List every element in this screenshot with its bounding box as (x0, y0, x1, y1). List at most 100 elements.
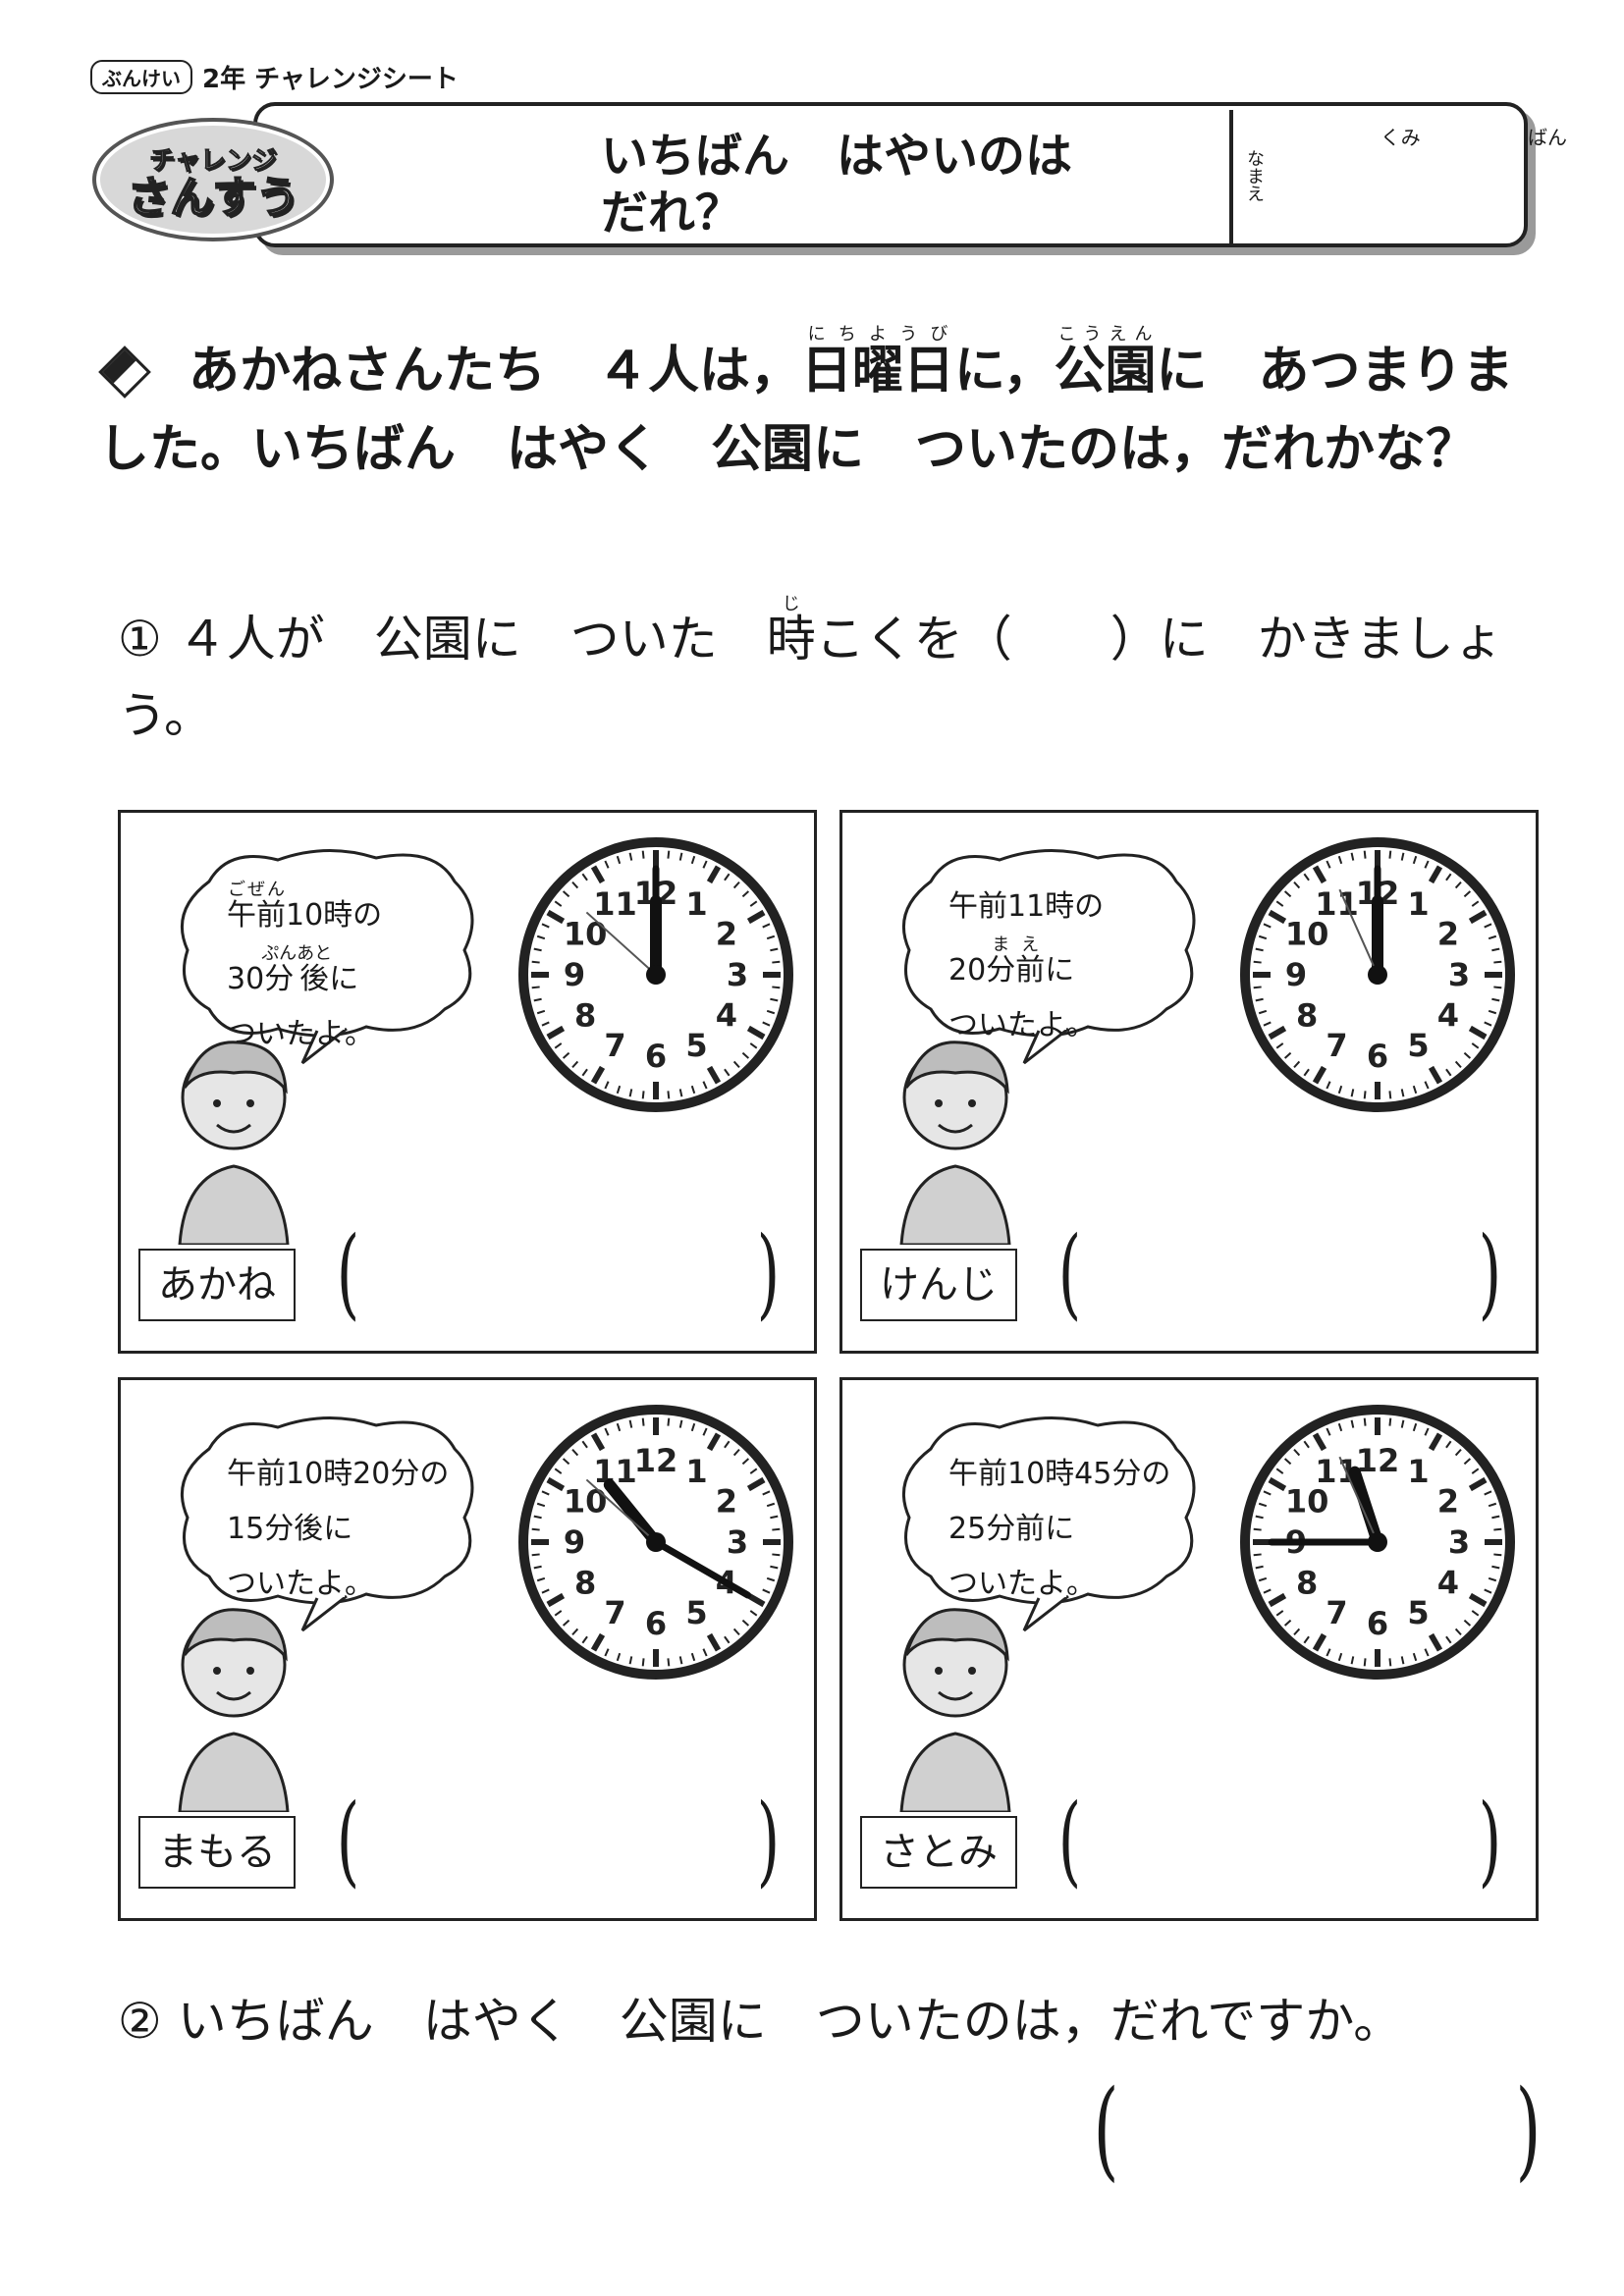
problem-statement: あかねさんたち ４人は，日曜日にちようびに，公園こうえんに あつまりました。いち… (98, 324, 1532, 489)
answer-paren-close[interactable]: ) (1516, 2066, 1542, 2192)
clock-tick (1253, 986, 1262, 989)
answer-paren-open: ( (1093, 2066, 1119, 2192)
sheet-title: 2年 チャレンジシート (202, 65, 459, 94)
ruby-fun: 分後ぷんあと (261, 943, 333, 996)
name-label: なまえ (1244, 149, 1265, 202)
ruby-gozen: 午前 (948, 1457, 1007, 1491)
clock-tick (1253, 960, 1262, 964)
panel-0: 午前ごぜん10時の 30分後ぷんあとに ついたよ。 12345678910111… (118, 810, 817, 1354)
clock-tick (531, 1527, 540, 1531)
clock-numeral: 5 (1407, 1594, 1429, 1631)
child-illustration (178, 1608, 290, 1812)
badge-top-text: チャレンジ (149, 145, 278, 176)
bubble-number: 20 (948, 953, 987, 988)
clock-numeral: 4 (1437, 997, 1459, 1035)
question-1: ① ４人が 公園に ついた 時じこくを（ ）に かきましょう。 (118, 594, 1532, 754)
clock-tick (1388, 850, 1392, 859)
ruby-text: ぷんあと (261, 943, 333, 964)
answer-paren-close[interactable]: ) (757, 1215, 780, 1330)
clock-numeral: 12 (1356, 1442, 1400, 1479)
clock-center (646, 965, 666, 985)
clock-numeral: 7 (1326, 1027, 1347, 1064)
word-gozen: 午前 (948, 889, 1007, 924)
clock-tick (531, 986, 540, 989)
answer-paren-close[interactable]: ) (757, 1783, 780, 1897)
clock-tick (1363, 1658, 1367, 1667)
clock-numeral: 9 (564, 956, 585, 993)
clock-numeral: 9 (1285, 956, 1307, 993)
badge-bottom-text: さんすう (126, 172, 299, 223)
ruby-text: こうえん (1054, 324, 1157, 345)
problem-text-2: に， (954, 342, 1055, 400)
child-name-label: さとみ (860, 1816, 1017, 1889)
question-text: いちばん はやく 公園に ついたのは，だれですか。 (177, 1993, 1403, 2050)
clock-numeral: 5 (1407, 1027, 1429, 1064)
question-2: ② いちばん はやく 公園に ついたのは，だれですか。 (118, 1983, 1591, 2059)
clock-numeral: 9 (564, 1523, 585, 1561)
clock-tick (1388, 1417, 1392, 1426)
clock-tick (772, 986, 781, 989)
bubble-line-2: に (329, 962, 359, 996)
word-fun: 分後 (261, 962, 333, 996)
clock-tick (1363, 1091, 1367, 1099)
bubble-line-2: に (323, 1512, 353, 1546)
name-box[interactable]: なまえ くみ ばん (1229, 110, 1624, 247)
bubble-line-1: 10時20分の (286, 1457, 450, 1491)
clock-tick (1363, 850, 1367, 859)
clock-numeral: 7 (1326, 1594, 1347, 1631)
clock-numeral: 2 (1437, 916, 1459, 953)
header: いちばん はやいのは だれ？ なまえ くみ ばん チャレンジ さんすう (86, 98, 1567, 247)
bubble-number: 25 (948, 1512, 987, 1546)
panel-2: 午前10時20分の 15分後に ついたよ。 123456789101112 まも… (118, 1377, 817, 1921)
clock-center (1368, 1532, 1387, 1552)
question-text-1: ４人が 公園に ついた (177, 611, 767, 667)
clock-numeral: 4 (1437, 1565, 1459, 1602)
category-badge: ぶんけい (90, 60, 192, 94)
bubble-line-2: に (1045, 953, 1075, 988)
clock-tick (1253, 1527, 1262, 1531)
bubble-line-1: 10時の (286, 898, 383, 933)
clock-numeral: 7 (604, 1594, 625, 1631)
analog-clock: 123456789101112 (1240, 837, 1515, 1112)
clock-tick (667, 1658, 671, 1667)
clock-tick (772, 1553, 781, 1557)
bubble-line-1: 11時の (1007, 889, 1105, 924)
clock-numeral: 1 (685, 885, 707, 923)
ruby-gozen: 午前ごぜん (227, 880, 286, 933)
clock-tick (667, 1091, 671, 1099)
clock-tick (1388, 1658, 1392, 1667)
clock-tick (1493, 1553, 1502, 1557)
challenge-badge: チャレンジ さんすう (92, 118, 334, 241)
sheet-label: ぶんけい 2年 チャレンジシート (90, 59, 459, 95)
analog-clock: 123456789101112 (518, 837, 793, 1112)
header-frame: いちばん はやいのは だれ？ なまえ くみ ばん (253, 102, 1567, 247)
word-fun: 分前 (986, 953, 1046, 988)
clock-tick (1253, 1553, 1262, 1557)
class-label: くみ (1380, 126, 1421, 149)
problem-text-1: あかねさんたち ４人は， (189, 342, 802, 400)
clock-center (646, 1532, 666, 1552)
answer-paren-close[interactable]: ) (1479, 1783, 1501, 1897)
clock-numeral: 12 (634, 1442, 678, 1479)
child-name-label: あかね (138, 1249, 296, 1321)
ruby-text: にちようび (801, 324, 955, 345)
clock-tick (531, 960, 540, 964)
clock-numeral: 1 (685, 1453, 707, 1490)
clock-numeral: 5 (685, 1027, 707, 1064)
clock-tick (1493, 1527, 1502, 1531)
bubble-number: 15 (227, 1512, 265, 1546)
analog-clock: 123456789101112 (1240, 1405, 1515, 1680)
clock-tick (641, 850, 645, 859)
child-name-label: まもる (138, 1816, 296, 1889)
clock-tick (641, 1658, 645, 1667)
speech-bubble: 午前10時45分の 25分前に ついたよ。 (892, 1410, 1196, 1632)
clock-numeral: 2 (1437, 1483, 1459, 1521)
clock-numeral: 3 (727, 956, 748, 993)
bubble-line-1: 10時45分の (1007, 1457, 1171, 1491)
word-fun: 分後 (264, 1512, 324, 1546)
answer-paren-close[interactable]: ) (1479, 1215, 1501, 1330)
clock-tick (772, 1527, 781, 1531)
clock-tick (641, 1417, 645, 1426)
word-gozen: 午前 (948, 1457, 1007, 1491)
analog-clock: 123456789101112 (518, 1405, 793, 1680)
